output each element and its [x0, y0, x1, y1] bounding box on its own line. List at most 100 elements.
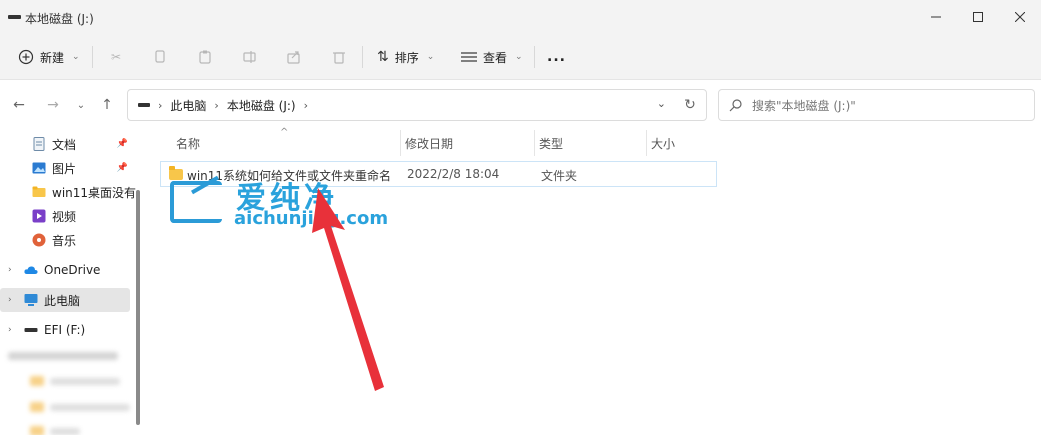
chevron-down-icon[interactable]: ⌄	[657, 97, 666, 110]
command-bar: 新建 ⌄ ✂ ⇅ 排序 ⌄ 查看 ⌄ ...	[0, 34, 1041, 80]
chevron-down-icon: ⌄	[515, 52, 523, 62]
minimize-button[interactable]	[913, 0, 959, 34]
column-header-type[interactable]: 类型	[535, 130, 647, 156]
share-icon	[287, 51, 300, 64]
rename-button[interactable]	[237, 44, 263, 70]
sidebar-item-label: EFI (F:)	[44, 323, 86, 337]
close-button[interactable]	[997, 0, 1041, 34]
share-button[interactable]	[281, 44, 307, 70]
more-button[interactable]: ...	[547, 44, 566, 70]
cut-button[interactable]: ✂	[103, 44, 129, 70]
rename-icon	[243, 51, 256, 63]
sort-label: 排序	[394, 50, 419, 65]
navigation-pane: 文档 📌 图片 📌 win11桌面没有l 视频 音乐 › OneDrive › …	[0, 130, 143, 435]
chevron-down-icon: ⌄	[72, 52, 80, 62]
sidebar-item-onedrive[interactable]: › OneDrive	[0, 258, 136, 282]
sort-icon: ⇅	[377, 49, 389, 65]
file-type: 文件夹	[541, 169, 578, 183]
divider	[92, 46, 93, 68]
column-label: 修改日期	[405, 136, 454, 151]
watermark-text-en: aichunjing.com	[234, 208, 389, 229]
sidebar-item-label: win11桌面没有l	[52, 185, 136, 200]
chevron-right-icon[interactable]: ›	[8, 325, 18, 335]
plus-circle-icon	[18, 49, 34, 65]
paste-icon	[199, 50, 211, 64]
address-row: ← → ⌄ ↑ › 此电脑 › 本地磁盘 (J:) › ⌄ ↻ 搜索"本地磁盘 …	[0, 80, 1041, 130]
sort-button[interactable]: ⇅ 排序 ⌄	[377, 44, 434, 70]
more-label: ...	[547, 49, 566, 65]
recent-button[interactable]: ⌄	[70, 94, 92, 116]
copy-icon	[155, 50, 165, 63]
refresh-button[interactable]: ↻	[679, 94, 701, 116]
drive-icon	[24, 328, 38, 332]
sidebar-item-documents[interactable]: 文档 📌	[0, 132, 136, 156]
sidebar-scrollbar[interactable]	[136, 190, 140, 425]
chevron-right-icon[interactable]: ›	[8, 265, 18, 275]
forward-button[interactable]: →	[42, 94, 64, 116]
arrow-up-icon: ↑	[101, 97, 113, 113]
column-header-modified[interactable]: 修改日期	[401, 130, 535, 156]
sidebar-item-this-pc[interactable]: › 此电脑	[0, 288, 130, 312]
scissors-icon: ✂	[110, 50, 122, 64]
sidebar-item-music[interactable]: 音乐	[0, 228, 136, 252]
minimize-icon	[931, 16, 941, 18]
file-modified: 2022/2/8 18:04	[407, 167, 500, 181]
breadcrumb-this-pc[interactable]: 此电脑	[170, 97, 206, 114]
search-box[interactable]: 搜索"本地磁盘 (J:)"	[718, 89, 1035, 121]
arrow-left-icon: ←	[13, 97, 25, 113]
sidebar-item-label: 图片	[52, 161, 77, 176]
chevron-down-icon: ⌄	[426, 52, 435, 62]
sidebar-item-efi[interactable]: › EFI (F:)	[0, 318, 136, 342]
title-bar: 本地磁盘 (J:)	[0, 0, 1041, 34]
new-button[interactable]: 新建 ⌄	[18, 44, 80, 70]
sidebar-item-folder[interactable]: win11桌面没有l	[0, 180, 136, 204]
view-button[interactable]: 查看 ⌄	[461, 44, 523, 70]
pin-icon: 📌	[116, 139, 128, 149]
window-title: 本地磁盘 (J:)	[25, 12, 94, 26]
new-label: 新建	[40, 50, 65, 65]
view-label: 查看	[483, 50, 508, 65]
search-placeholder: 搜索"本地磁盘 (J:)"	[752, 98, 856, 113]
chevron-right-icon[interactable]: ›	[8, 295, 18, 305]
column-label: 名称	[176, 136, 201, 151]
maximize-button[interactable]	[955, 0, 1001, 34]
divider	[362, 46, 363, 68]
divider	[534, 46, 535, 68]
paste-button[interactable]	[192, 44, 218, 70]
sidebar-item-videos[interactable]: 视频	[0, 204, 136, 228]
video-icon	[32, 209, 46, 223]
chevron-right-icon: ›	[158, 98, 163, 112]
copy-button[interactable]	[147, 44, 173, 70]
chevron-down-icon: ⌄	[76, 99, 86, 111]
sidebar-item-label: OneDrive	[44, 263, 101, 277]
pin-icon: 📌	[116, 163, 128, 173]
column-header-name[interactable]: 名称	[146, 130, 401, 156]
pictures-icon	[32, 162, 46, 174]
trash-icon	[333, 52, 345, 64]
arrow-right-icon: →	[47, 97, 59, 113]
breadcrumb-drive-j[interactable]: 本地磁盘 (J:)	[227, 97, 296, 114]
watermark-logo: 爱纯净 aichunjing.com	[170, 173, 390, 233]
chevron-right-icon: ›	[214, 98, 219, 112]
music-icon	[32, 233, 46, 247]
column-label: 类型	[539, 136, 564, 151]
refresh-icon: ↻	[684, 97, 696, 113]
address-bar[interactable]: › 此电脑 › 本地磁盘 (J:) › ⌄	[127, 89, 707, 121]
back-button[interactable]: ←	[8, 94, 30, 116]
cloud-icon	[24, 266, 38, 274]
sidebar-item-pictures[interactable]: 图片 📌	[0, 156, 136, 180]
search-icon	[729, 98, 742, 111]
column-label: 大小	[651, 136, 676, 151]
column-header-size[interactable]: 大小	[647, 130, 727, 156]
chevron-right-icon: ›	[303, 98, 308, 112]
document-icon	[33, 137, 45, 151]
view-list-icon	[461, 52, 477, 62]
drive-icon	[8, 15, 21, 19]
sidebar-item-label: 此电脑	[44, 293, 81, 308]
sidebar-item-label: 视频	[52, 209, 77, 224]
up-button[interactable]: ↑	[96, 94, 118, 116]
folder-icon	[32, 186, 46, 197]
delete-button[interactable]	[326, 44, 352, 70]
sidebar-item-label: 文档	[52, 137, 77, 152]
computer-icon	[24, 294, 38, 306]
